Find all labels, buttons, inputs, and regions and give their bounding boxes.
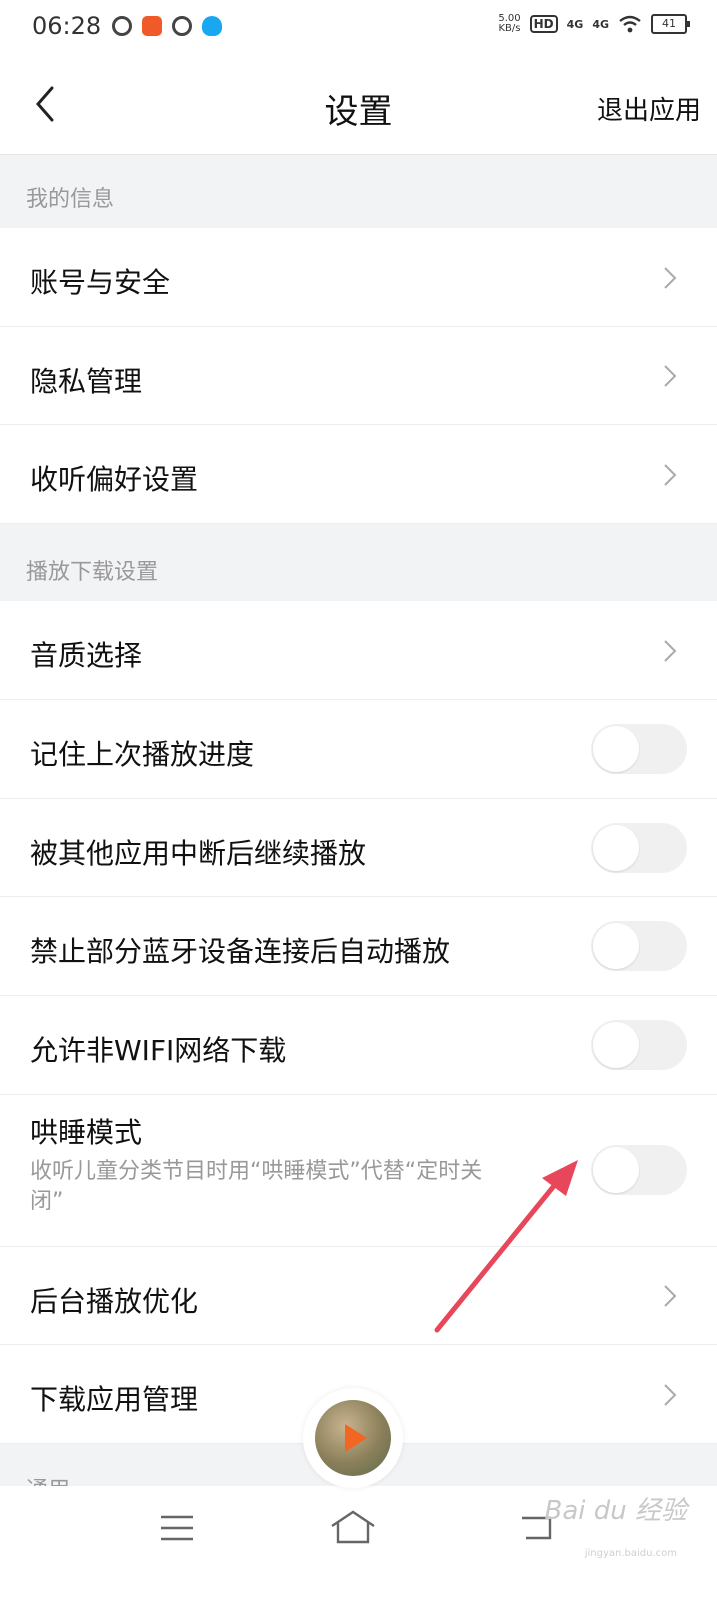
- mini-player[interactable]: [303, 1388, 403, 1488]
- watermark-logo: Bai du 经验: [544, 1496, 687, 1526]
- annotation-arrow: [434, 1160, 578, 1333]
- watermark-url: jingyan.baidu.com: [584, 1548, 677, 1559]
- album-cover: [315, 1400, 391, 1476]
- home-icon[interactable]: [330, 1510, 376, 1544]
- play-icon: [345, 1424, 367, 1452]
- menu-icon[interactable]: [160, 1514, 194, 1542]
